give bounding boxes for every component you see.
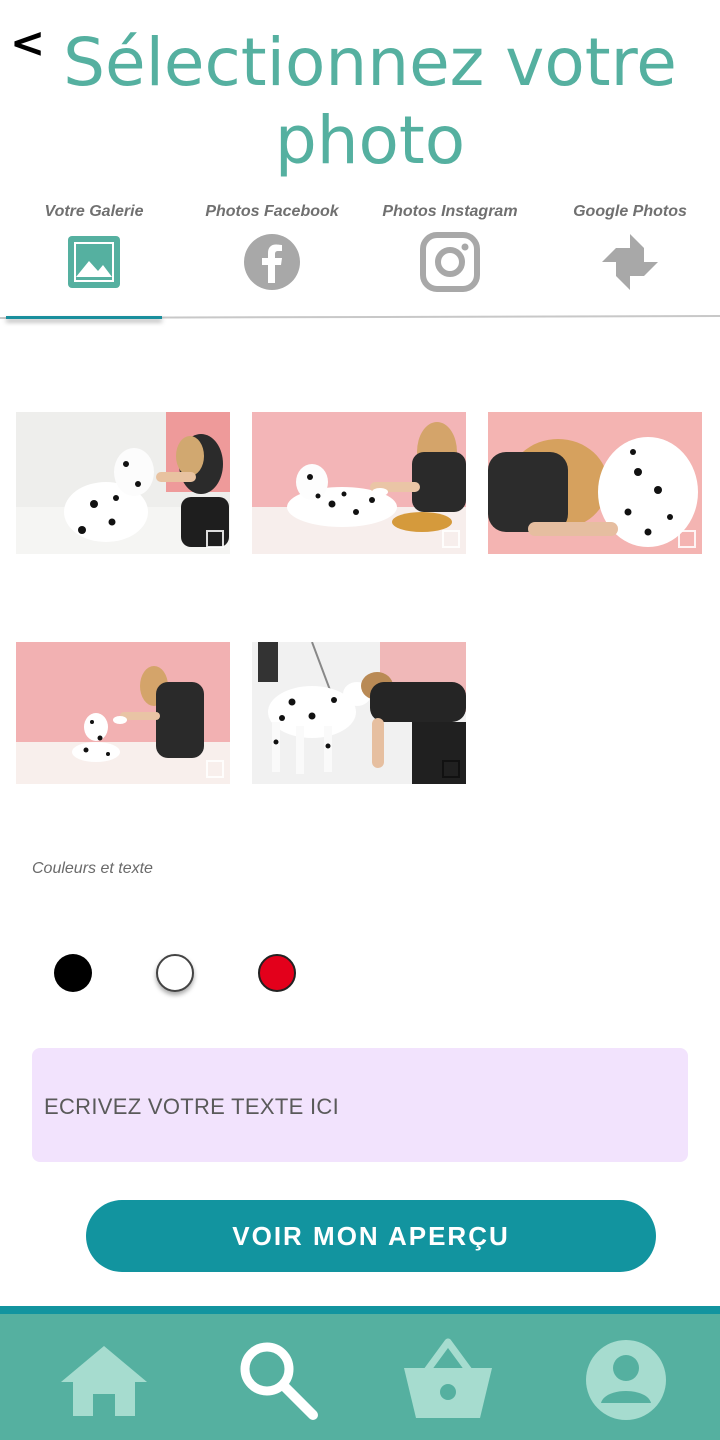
bottom-nav-divider — [0, 1306, 720, 1314]
photo-checkbox[interactable] — [206, 530, 224, 548]
color-swatch-white[interactable] — [156, 954, 194, 992]
color-swatch-black[interactable] — [54, 954, 92, 992]
instagram-icon — [420, 232, 480, 292]
search-icon[interactable] — [228, 1330, 328, 1430]
photo-checkbox[interactable] — [442, 760, 460, 778]
google-photos-icon — [600, 232, 660, 292]
home-icon[interactable] — [54, 1330, 154, 1430]
photo-thumbnail[interactable] — [488, 412, 702, 554]
tab-gallery[interactable]: Votre Galerie — [4, 202, 184, 292]
tab-instagram[interactable]: Photos Instagram — [360, 202, 540, 292]
color-swatch-red[interactable] — [258, 954, 296, 992]
photo-checkbox[interactable] — [678, 530, 696, 548]
photo-thumbnail[interactable] — [252, 412, 466, 554]
photo-checkbox[interactable] — [206, 760, 224, 778]
photo-thumbnail[interactable] — [16, 642, 230, 784]
page-title: Sélectionnez votre photo — [63, 24, 677, 179]
profile-icon[interactable] — [576, 1330, 676, 1430]
tab-label: Google Photos — [573, 203, 687, 220]
tab-facebook[interactable]: Photos Facebook — [182, 202, 362, 292]
photo-thumbnail[interactable] — [16, 412, 230, 554]
colors-section-label: Couleurs et texte — [32, 860, 153, 877]
preview-button[interactable]: VOIR MON APERÇU — [86, 1200, 656, 1272]
photo-thumbnail[interactable] — [252, 642, 466, 784]
text-input-placeholder: ECRIVEZ VOTRE TEXTE ICI — [44, 1094, 339, 1119]
tab-google-photos[interactable]: Google Photos — [540, 202, 720, 292]
tab-active-indicator — [6, 316, 162, 319]
gallery-icon — [64, 232, 124, 292]
tab-label: Photos Facebook — [205, 203, 339, 220]
photo-checkbox[interactable] — [442, 530, 460, 548]
text-input[interactable]: ECRIVEZ VOTRE TEXTE ICI — [32, 1048, 688, 1162]
basket-icon[interactable] — [398, 1330, 498, 1430]
tab-label: Votre Galerie — [44, 203, 144, 220]
tab-label: Photos Instagram — [382, 203, 518, 220]
facebook-icon — [242, 232, 302, 292]
